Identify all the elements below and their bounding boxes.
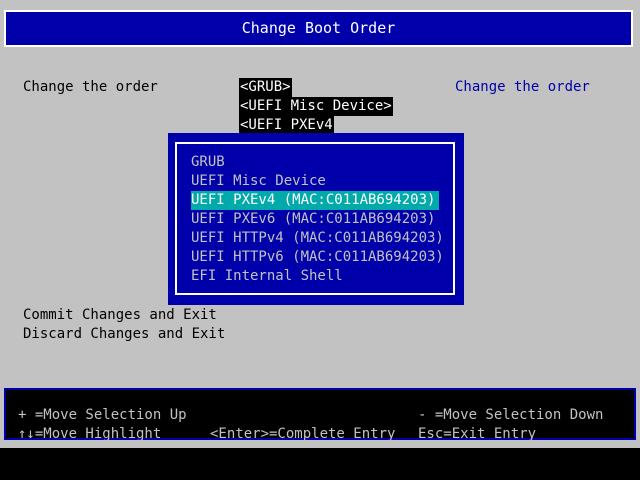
popup-option-efi-shell[interactable]: EFI Internal Shell: [191, 267, 343, 286]
title-box: Change Boot Order: [4, 10, 633, 47]
page-title: Change Boot Order: [241, 19, 396, 37]
help-text: Change the order: [455, 79, 590, 95]
footer: + =Move Selection Up - =Move Selection D…: [0, 384, 640, 448]
help-complete-entry: <Enter>=Complete Entry: [210, 426, 396, 442]
popup-option-uefi-pxev6[interactable]: UEFI PXEv6 (MAC:C011AB694203): [191, 210, 435, 229]
popup-option-uefi-misc[interactable]: UEFI Misc Device: [191, 172, 326, 191]
help-move-selection-up: + =Move Selection Up: [18, 407, 187, 423]
change-order-label: Change the order: [23, 79, 158, 95]
order-item-grub[interactable]: <GRUB>: [239, 78, 292, 97]
title-bar: Change Boot Order: [0, 0, 640, 64]
discard-changes-link[interactable]: Discard Changes and Exit: [23, 325, 225, 344]
help-move-highlight: ↑↓=Move Highlight: [18, 426, 162, 442]
boot-order-popup: GRUB UEFI Misc Device UEFI PXEv4 (MAC:C0…: [168, 133, 464, 305]
popup-option-uefi-pxev4[interactable]: UEFI PXEv4 (MAC:C011AB694203): [191, 191, 440, 210]
commit-changes-link[interactable]: Commit Changes and Exit: [23, 306, 217, 325]
footer-help-box: + =Move Selection Up - =Move Selection D…: [4, 388, 636, 442]
order-item-uefi-misc[interactable]: <UEFI Misc Device>: [239, 97, 393, 116]
popup-option-uefi-httpv6[interactable]: UEFI HTTPv6 (MAC:C011AB694203): [191, 248, 444, 267]
popup-frame: GRUB UEFI Misc Device UEFI PXEv4 (MAC:C0…: [175, 142, 455, 295]
help-exit-entry: Esc=Exit Entry: [418, 426, 537, 442]
popup-option-uefi-httpv4[interactable]: UEFI HTTPv4 (MAC:C011AB694203): [191, 229, 444, 248]
popup-option-grub[interactable]: GRUB: [191, 153, 225, 172]
help-move-selection-down: - =Move Selection Down: [418, 407, 604, 423]
